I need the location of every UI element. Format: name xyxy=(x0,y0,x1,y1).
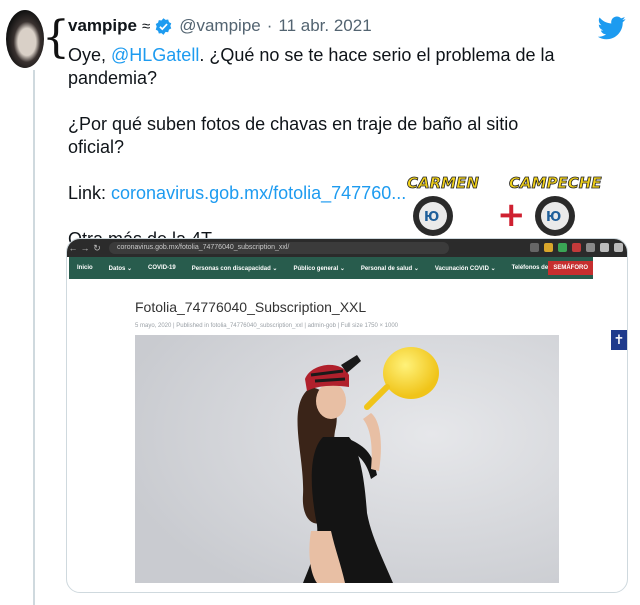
extension-icons xyxy=(530,243,623,252)
tweet-date[interactable]: 11 abr. 2021 xyxy=(278,16,371,36)
nav-item: Datos ⌄ xyxy=(108,265,133,272)
address-bar: coronavirus.gob.mx/fotolia_74776040_subs… xyxy=(109,242,449,254)
sticker-left-text: CARMEN xyxy=(407,174,479,192)
thread-line xyxy=(33,70,35,605)
page-title: Fotolia_74776040_Subscription_XXL xyxy=(135,299,367,315)
text-prefix: Oye, xyxy=(68,45,112,65)
menu-icon xyxy=(614,243,623,252)
nav-item: COVID-19 xyxy=(148,265,176,271)
display-name[interactable]: vampipe xyxy=(68,16,137,36)
twitter-bird-icon[interactable] xyxy=(598,16,626,40)
avatar-brace: { xyxy=(42,12,70,63)
avatar[interactable]: { xyxy=(6,10,70,68)
back-icon: ← xyxy=(68,243,78,253)
accessibility-icon[interactable]: ✝ xyxy=(611,330,627,350)
nav-item: Inicio xyxy=(77,265,93,271)
url-link[interactable]: coronavirus.gob.mx/fotolia_747760... xyxy=(111,183,406,203)
tweet-line-1: Oye, @HLGatell. ¿Qué no se te hace serio… xyxy=(68,44,558,90)
tweet-header: vampipe ≈ @vampipe · 11 abr. 2021 xyxy=(68,14,372,38)
post-meta: 5 mayo, 2020 | Published in fotolia_7477… xyxy=(135,323,399,329)
logo-sticker-image: CARMEN Ю + CAMPECHE Ю xyxy=(407,174,603,236)
extension-icon xyxy=(572,243,581,252)
media-card[interactable]: ← → ↻ coronavirus.gob.mx/fotolia_7477604… xyxy=(66,238,628,593)
browser-toolbar: ← → ↻ coronavirus.gob.mx/fotolia_7477604… xyxy=(67,239,627,257)
sticker-right-text: CAMPECHE xyxy=(509,174,602,192)
separator-dot: · xyxy=(266,16,273,35)
extension-icon xyxy=(530,243,539,252)
link-label: Link: xyxy=(68,183,112,203)
site-navbar: Inicio Datos ⌄ COVID-19 Personas con dis… xyxy=(69,257,593,279)
sticker-plus: + xyxy=(497,195,526,235)
extension-icon xyxy=(586,243,595,252)
reload-icon: ↻ xyxy=(93,242,101,253)
mention-link[interactable]: @HLGatell xyxy=(111,45,199,65)
semaforo-badge: SEMÁFORO xyxy=(548,261,593,275)
extension-icon xyxy=(558,243,567,252)
svg-text:Ю: Ю xyxy=(424,210,439,225)
extension-icon xyxy=(600,243,609,252)
forward-icon: → xyxy=(80,243,90,253)
tweet-line-2: ¿Por qué suben fotos de chavas en traje … xyxy=(68,114,519,157)
svg-text:Ю: Ю xyxy=(546,210,561,225)
stock-photo-image xyxy=(135,335,559,583)
verified-badge-icon xyxy=(155,17,172,35)
nav-item: Personas con discapacidad ⌄ xyxy=(191,265,278,272)
avatar-image xyxy=(6,10,44,68)
nav-item: Vacunación COVID ⌄ xyxy=(434,265,496,272)
name-emoji: ≈ xyxy=(141,17,151,35)
nav-item: Público general ⌄ xyxy=(293,265,345,272)
nav-item: Personal de salud ⌄ xyxy=(360,265,419,272)
handle[interactable]: @vampipe xyxy=(179,16,261,36)
tweet[interactable]: { vampipe ≈ @vampipe · 11 abr. 2021 Oye,… xyxy=(0,0,640,605)
extension-icon xyxy=(544,243,553,252)
